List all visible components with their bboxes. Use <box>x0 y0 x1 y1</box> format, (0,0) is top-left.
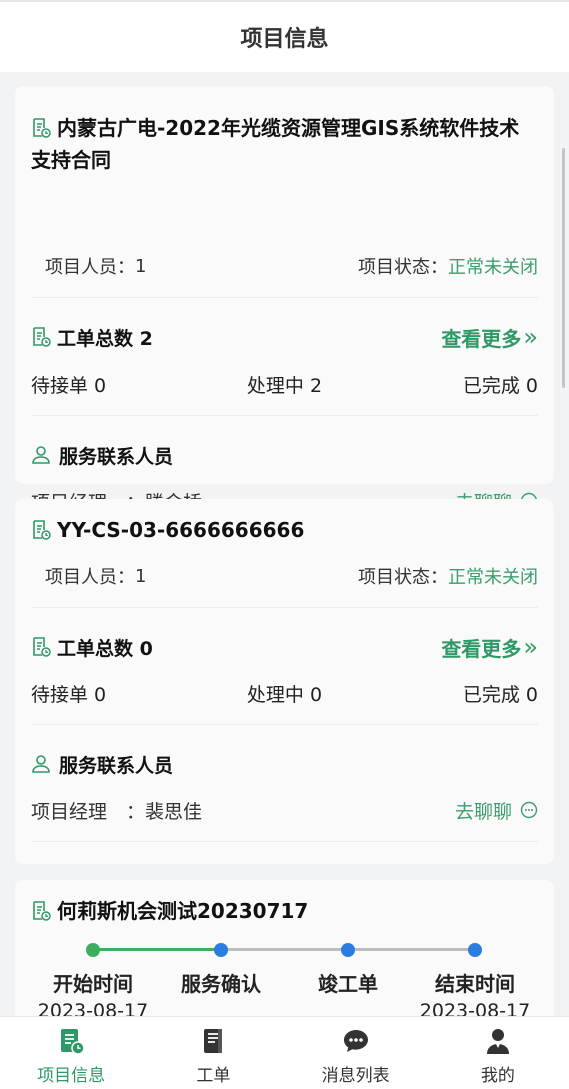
timeline-step-dot <box>341 943 355 957</box>
page-title: 项目信息 <box>240 27 329 52</box>
timeline-step-dot <box>86 943 100 957</box>
pending-count: 待接单 0 <box>31 374 107 397</box>
project-title-row: 何莉斯机会测试20230717 <box>31 895 538 927</box>
tab-work-order[interactable]: 工单 <box>142 1017 284 1089</box>
document-clock-icon <box>33 327 51 347</box>
timeline-step-label: 服务确认 <box>181 972 261 996</box>
orders-stats: 待接单 0 处理中 2 已完成 0 <box>31 370 538 398</box>
document-clock-icon <box>33 901 51 921</box>
pending-count: 待接单 0 <box>31 683 107 706</box>
timeline-step-label: 开始时间 <box>53 972 133 996</box>
document-clock-icon <box>33 637 51 657</box>
status-label: 项目状态： <box>358 567 448 588</box>
project-card[interactable]: YY-CS-03-6666666666 项目人员： 1 项目状态： 正常未关闭 … <box>15 499 554 864</box>
header: 项目信息 <box>0 0 569 72</box>
timeline-segment-done <box>93 948 221 951</box>
timeline-step-label: 结束时间 <box>435 972 515 996</box>
chat-button[interactable]: 去聊聊 <box>455 797 538 824</box>
status-value: 正常未关闭 <box>448 567 538 588</box>
members-value: 1 <box>135 255 147 277</box>
profile-icon <box>486 1029 509 1054</box>
divider <box>31 297 538 298</box>
orders-total: 工单总数 2 <box>57 327 153 350</box>
chat-bubble-icon <box>520 801 538 819</box>
status-value: 正常未关闭 <box>448 257 538 278</box>
bottom-tab-bar: 项目信息 工单 消息列表 我的 <box>0 1016 569 1089</box>
tab-project-info[interactable]: 项目信息 <box>0 1017 142 1089</box>
contacts-title: 服务联系人员 <box>59 445 174 468</box>
orders-header: 工单总数 0 查看更多» <box>31 632 538 662</box>
status-label: 项目状态： <box>358 257 448 278</box>
document-clock-icon <box>33 520 51 540</box>
members-label: 项目人员： <box>45 567 135 588</box>
progress-timeline <box>15 940 554 960</box>
project-name: 何莉斯机会测试20230717 <box>57 899 309 923</box>
done-count: 已完成 0 <box>462 683 538 706</box>
contacts-header: 服务联系人员 <box>31 440 538 470</box>
orders-header: 工单总数 2 查看更多» <box>31 322 538 352</box>
project-name: 内蒙古广电-2022年光缆资源管理GIS系统软件技术支持合同 <box>31 116 520 172</box>
tab-label: 项目信息 <box>37 1066 106 1086</box>
person-icon <box>32 446 50 464</box>
timeline-step-dot <box>214 943 228 957</box>
end-date: 2023-08-17 <box>419 1000 531 1016</box>
contacts-header: 服务联系人员 <box>31 749 538 779</box>
manager-label: 项目经理 ： <box>31 800 146 823</box>
project-name: YY-CS-03-6666666666 <box>57 518 305 542</box>
tab-label: 消息列表 <box>321 1066 390 1086</box>
divider <box>31 724 538 725</box>
double-chevron-right-icon: » <box>523 323 538 351</box>
tab-message-list[interactable]: 消息列表 <box>285 1017 427 1089</box>
processing-count: 处理中 2 <box>246 374 323 397</box>
done-count: 已完成 0 <box>462 374 538 397</box>
orders-stats: 待接单 0 处理中 0 已完成 0 <box>31 679 538 707</box>
project-card[interactable]: 何莉斯机会测试20230717 开始时间 服务确认 竣工单 结束时间 2023-… <box>15 880 554 1016</box>
work-order-icon <box>204 1029 223 1053</box>
tab-profile[interactable]: 我的 <box>427 1017 569 1089</box>
view-more-label: 查看更多 <box>441 636 522 661</box>
view-more-link[interactable]: 查看更多» <box>441 633 538 662</box>
tab-label: 工单 <box>196 1066 231 1086</box>
timeline-step-label: 竣工单 <box>318 972 378 996</box>
project-card[interactable]: 内蒙古广电-2022年光缆资源管理GIS系统软件技术支持合同 项目人员： 1 项… <box>15 86 554 533</box>
view-more-label: 查看更多 <box>441 326 522 351</box>
project-list[interactable]: 内蒙古广电-2022年光缆资源管理GIS系统软件技术支持合同 项目人员： 1 项… <box>0 72 569 1016</box>
message-list-icon <box>343 1030 368 1052</box>
divider <box>31 841 538 842</box>
orders-total: 工单总数 0 <box>57 637 153 660</box>
start-date: 2023-08-17 <box>37 1000 149 1016</box>
scrollbar[interactable] <box>562 148 565 388</box>
divider <box>31 415 538 416</box>
project-info-icon <box>61 1029 85 1055</box>
project-title-row: 内蒙古广电-2022年光缆资源管理GIS系统软件技术支持合同 <box>31 112 538 176</box>
processing-count: 处理中 0 <box>246 683 323 706</box>
manager-row: 项目经理 ： 裴思佳 去聊聊 <box>31 796 538 824</box>
chat-label: 去聊聊 <box>454 800 512 823</box>
document-clock-icon <box>33 118 51 138</box>
members-label: 项目人员： <box>45 257 135 278</box>
project-meta-row: 项目人员： 1 项目状态： 正常未关闭 <box>31 562 538 590</box>
divider <box>31 607 538 608</box>
contacts-title: 服务联系人员 <box>59 754 174 777</box>
view-more-link[interactable]: 查看更多» <box>441 323 538 352</box>
project-meta-row: 项目人员： 1 项目状态： 正常未关闭 <box>31 252 538 280</box>
double-chevron-right-icon: » <box>523 633 538 661</box>
manager-name: 裴思佳 <box>145 800 203 823</box>
project-title-row: YY-CS-03-6666666666 <box>31 514 538 546</box>
timeline-step-dot <box>468 943 482 957</box>
members-value: 1 <box>135 565 147 587</box>
tab-label: 我的 <box>480 1066 515 1086</box>
person-icon <box>32 755 50 773</box>
